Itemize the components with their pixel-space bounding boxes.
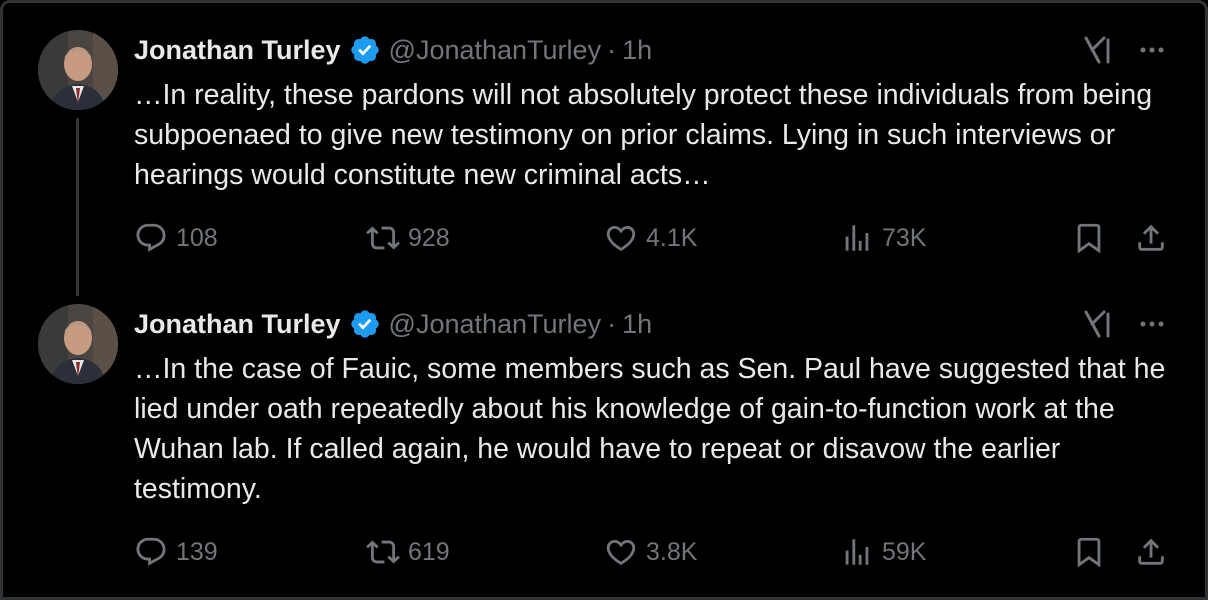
views-count: 73K — [882, 223, 927, 252]
share-icon — [1138, 224, 1164, 251]
reply-icon — [136, 223, 166, 252]
repost-button[interactable]: 928 — [366, 218, 450, 258]
repost-icon — [366, 540, 400, 564]
bookmark-icon — [1077, 537, 1101, 568]
tweet-header: Jonathan Turley @JonathanTurley · 1h — [134, 30, 652, 70]
reply-button[interactable]: 108 — [134, 218, 218, 258]
analytics-icon — [845, 225, 869, 251]
grok-icon[interactable] — [1082, 34, 1114, 66]
share-button[interactable] — [1134, 218, 1168, 258]
like-button[interactable]: 3.8K — [604, 532, 697, 572]
more-options-icon[interactable] — [1136, 34, 1168, 66]
bookmark-button[interactable] — [1072, 532, 1106, 572]
timestamp[interactable]: 1h — [622, 309, 652, 340]
tweet-text: …In reality, these pardons will not abso… — [134, 79, 1153, 191]
analytics-icon — [845, 539, 869, 565]
author-name[interactable]: Jonathan Turley — [134, 309, 341, 340]
reply-icon — [136, 537, 166, 566]
bookmark-icon — [1077, 223, 1101, 254]
views-button[interactable]: 59K — [840, 532, 926, 572]
thread-line — [76, 118, 79, 296]
tweet-actions: 108 928 4.1K 73K — [134, 218, 1174, 258]
reply-button[interactable]: 139 — [134, 532, 218, 572]
like-count: 4.1K — [646, 223, 698, 252]
share-icon — [1138, 538, 1164, 565]
verified-badge-icon — [350, 36, 379, 64]
avatar[interactable] — [38, 304, 118, 384]
tweet-text: …In the case of Fauic, some members such… — [134, 353, 1166, 505]
author-name[interactable]: Jonathan Turley — [134, 35, 341, 66]
share-button[interactable] — [1134, 532, 1168, 572]
tweet-header: Jonathan Turley @JonathanTurley · 1h — [134, 304, 652, 344]
reply-count: 139 — [176, 537, 218, 566]
author-handle[interactable]: @JonathanTurley — [389, 309, 602, 340]
repost-count: 928 — [408, 223, 450, 252]
reply-count: 108 — [176, 223, 218, 252]
repost-button[interactable]: 619 — [366, 532, 450, 572]
views-count: 59K — [882, 537, 927, 566]
more-options-icon[interactable] — [1136, 308, 1168, 340]
tweet-actions: 139 619 3.8K 59K — [134, 532, 1174, 572]
separator-dot: · — [607, 308, 617, 339]
views-button[interactable]: 73K — [840, 218, 926, 258]
heart-icon — [606, 225, 636, 251]
repost-count: 619 — [408, 537, 450, 566]
like-button[interactable]: 4.1K — [604, 218, 697, 258]
timestamp[interactable]: 1h — [622, 35, 652, 66]
verified-badge-icon — [350, 310, 379, 338]
grok-icon[interactable] — [1082, 308, 1114, 340]
bookmark-button[interactable] — [1072, 218, 1106, 258]
heart-icon — [606, 539, 636, 565]
author-handle[interactable]: @JonathanTurley — [389, 35, 602, 66]
like-count: 3.8K — [646, 537, 698, 566]
avatar[interactable] — [38, 30, 118, 110]
separator-dot: · — [607, 34, 617, 65]
repost-icon — [366, 226, 400, 250]
